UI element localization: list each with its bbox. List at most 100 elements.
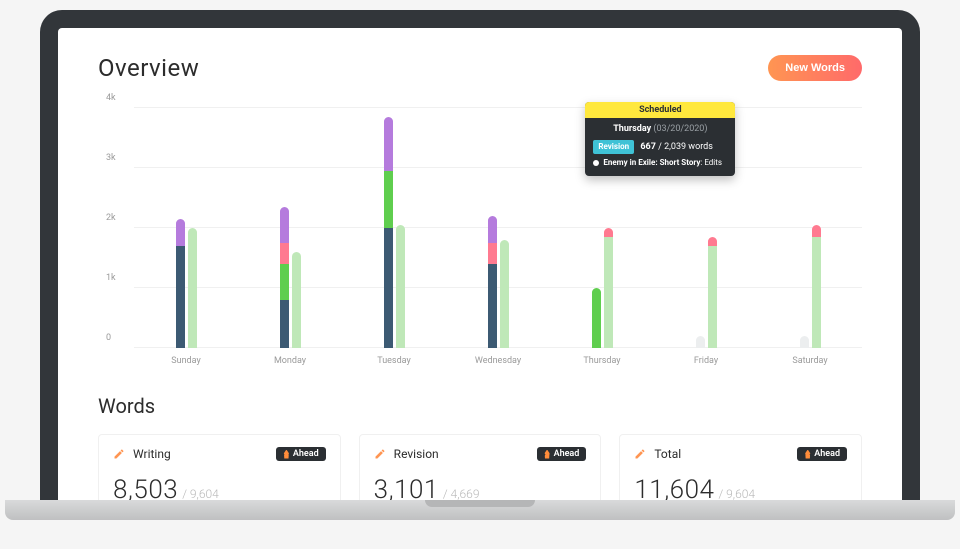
- bar-segment: [384, 117, 393, 171]
- day-column: [758, 108, 862, 348]
- y-tick-label: 4k: [106, 93, 116, 103]
- bar-segment: [488, 216, 497, 243]
- stat-card: Revision Ahead 3,101 / 4,669: [359, 434, 602, 500]
- bar-segment: [488, 243, 497, 264]
- card-label: Writing: [133, 447, 171, 461]
- x-tick-label: Monday: [238, 356, 342, 366]
- chart-bar[interactable]: [280, 207, 289, 348]
- bar-segment: [488, 264, 497, 348]
- tooltip-tag: Revision: [593, 140, 634, 154]
- chart-bar[interactable]: [800, 336, 809, 348]
- bar-segment: [280, 207, 289, 243]
- card-target: / 4,669: [443, 487, 480, 500]
- y-tick-label: 1k: [106, 273, 116, 283]
- chart-bar[interactable]: [188, 228, 197, 348]
- bar-segment: [384, 171, 393, 228]
- chart-x-axis: SundayMondayTuesdayWednesdayThursdayFrid…: [134, 356, 862, 366]
- bar-segment: [812, 225, 821, 237]
- header: Overview New Words: [98, 54, 862, 82]
- tooltip-project: Enemy in Exile: Short Story: [603, 158, 700, 167]
- x-tick-label: Friday: [654, 356, 758, 366]
- bar-segment: [604, 237, 613, 348]
- x-tick-label: Wednesday: [446, 356, 550, 366]
- chart-bar[interactable]: [696, 336, 705, 348]
- stat-card: Writing Ahead 8,503 / 9,604: [98, 434, 341, 500]
- day-column: [342, 108, 446, 348]
- x-tick-label: Tuesday: [342, 356, 446, 366]
- chart-plot-area: Scheduled Thursday (03/20/2020) Revision…: [134, 108, 862, 348]
- page-title: Overview: [98, 54, 199, 82]
- app-screen: Overview New Words Scheduled Thursday (0…: [58, 28, 902, 500]
- card-label: Revision: [394, 447, 439, 461]
- chart-bar[interactable]: [176, 219, 185, 348]
- bar-segment: [708, 237, 717, 246]
- card-value: 3,101: [374, 475, 439, 500]
- bar-segment: [280, 264, 289, 300]
- pencil-icon: [374, 448, 386, 460]
- tooltip-date-line: Thursday (03/20/2020): [593, 123, 727, 137]
- tooltip-project-suffix: : Edits: [700, 158, 722, 167]
- badge-text: Ahead: [554, 449, 580, 459]
- x-tick-label: Thursday: [550, 356, 654, 366]
- y-tick-label: 0: [106, 333, 111, 343]
- card-target: / 9,604: [718, 487, 755, 500]
- card-value-line: 8,503 / 9,604: [113, 475, 326, 500]
- ahead-badge: Ahead: [276, 447, 326, 461]
- day-column: [446, 108, 550, 348]
- bar-segment: [604, 228, 613, 237]
- screen-bezel: Overview New Words Scheduled Thursday (0…: [40, 10, 920, 500]
- chart-bar[interactable]: [708, 237, 717, 348]
- card-value: 8,503: [113, 475, 178, 500]
- x-tick-label: Sunday: [134, 356, 238, 366]
- bar-segment: [812, 237, 821, 348]
- stat-card: Total Ahead 11,604 / 9,604: [619, 434, 862, 500]
- flame-icon: [544, 450, 551, 459]
- tooltip-target: / 2,039 words: [658, 142, 713, 152]
- tooltip-date: (03/20/2020): [653, 124, 707, 134]
- ahead-badge: Ahead: [797, 447, 847, 461]
- pencil-icon: [113, 448, 125, 460]
- card-value-line: 11,604 / 9,604: [634, 475, 847, 500]
- card-label: Total: [654, 447, 681, 461]
- chart-bar[interactable]: [396, 225, 405, 348]
- laptop-frame: Overview New Words Scheduled Thursday (0…: [40, 10, 920, 520]
- bar-segment: [384, 228, 393, 348]
- ahead-badge: Ahead: [537, 447, 587, 461]
- tooltip-header: Scheduled: [585, 102, 735, 118]
- y-tick-label: 2k: [106, 213, 116, 223]
- chart-bar[interactable]: [488, 216, 497, 348]
- pencil-icon: [634, 448, 646, 460]
- chart-bar[interactable]: [604, 228, 613, 348]
- chart-bar[interactable]: [812, 225, 821, 348]
- day-column: [238, 108, 342, 348]
- words-section-title: Words: [98, 394, 862, 418]
- laptop-base: [5, 500, 955, 520]
- bullet-icon: [593, 160, 599, 166]
- overview-chart: Scheduled Thursday (03/20/2020) Revision…: [98, 108, 862, 366]
- chart-bar[interactable]: [500, 240, 509, 348]
- bar-segment: [176, 219, 185, 246]
- tooltip-value-line: Revision 667 / 2,039 words: [593, 140, 727, 155]
- card-value-line: 3,101 / 4,669: [374, 475, 587, 500]
- new-words-button[interactable]: New Words: [768, 55, 862, 81]
- bar-segment: [280, 300, 289, 348]
- card-value: 11,604: [634, 475, 714, 500]
- bar-segment: [280, 243, 289, 264]
- chart-bar[interactable]: [292, 252, 301, 348]
- y-tick-label: 3k: [106, 153, 116, 163]
- card-target: / 9,604: [182, 487, 219, 500]
- tooltip-value: 667: [640, 142, 656, 152]
- badge-text: Ahead: [814, 449, 840, 459]
- day-column: [134, 108, 238, 348]
- chart-columns: [134, 108, 862, 348]
- x-tick-label: Saturday: [758, 356, 862, 366]
- chart-bar[interactable]: [592, 288, 601, 348]
- badge-text: Ahead: [293, 449, 319, 459]
- flame-icon: [804, 450, 811, 459]
- chart-tooltip: Scheduled Thursday (03/20/2020) Revision…: [585, 102, 735, 176]
- tooltip-day: Thursday: [613, 124, 651, 134]
- chart-bar[interactable]: [384, 117, 393, 348]
- words-cards: Writing Ahead 8,503 / 9,604 Revision Ahead 3,1…: [98, 434, 862, 500]
- bar-segment: [176, 246, 185, 348]
- tooltip-project-line: Enemy in Exile: Short Story: Edits: [593, 157, 727, 169]
